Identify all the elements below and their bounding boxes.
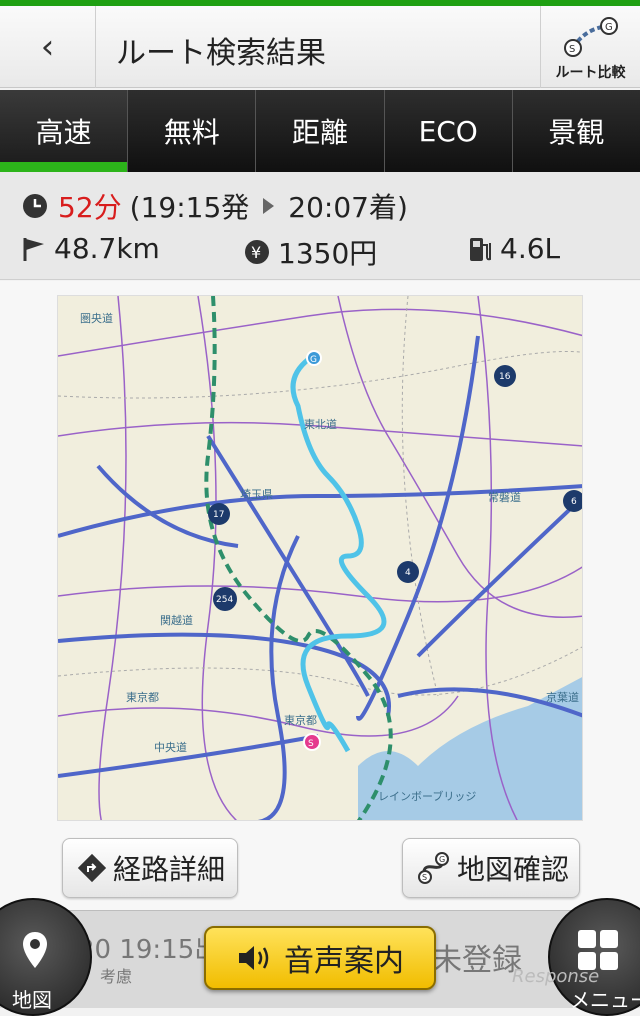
depart-time: (19:15発	[129, 191, 250, 224]
goal-marker-label: G	[310, 355, 317, 365]
fuel-stat: 4.6L	[468, 232, 560, 265]
back-button[interactable]: ‹	[0, 6, 96, 88]
route-shield: 4	[397, 561, 419, 583]
svg-text:17: 17	[213, 510, 224, 520]
map-label: 東北道	[304, 417, 337, 431]
svg-text:G: G	[605, 22, 613, 33]
map-confirm-button[interactable]: S G 地図確認	[402, 838, 580, 898]
map-label: 関越道	[160, 613, 193, 627]
arrive-time: 20:07着)	[288, 191, 408, 224]
svg-text:16: 16	[499, 372, 511, 382]
map-label: 中央道	[154, 740, 187, 754]
route-summary: 52分 (19:15発 20:07着) 48.7km ¥ 1350円 4.6L	[0, 172, 640, 280]
map-label: 京葉道	[546, 690, 579, 704]
menu-button-label: メニュー	[570, 988, 640, 1012]
toll-value: 1350円	[278, 237, 378, 270]
svg-text:6: 6	[571, 497, 577, 507]
toll-stat: ¥ 1350円	[244, 232, 377, 272]
route-shield: 16	[494, 365, 516, 387]
distance-value: 48.7km	[54, 232, 160, 265]
start-marker-label: S	[308, 739, 314, 749]
grid-menu-icon	[578, 930, 618, 970]
route-detail-button[interactable]: 経路詳細	[62, 838, 238, 898]
tab-free[interactable]: 無料	[128, 90, 257, 172]
location-pin-icon	[23, 932, 47, 968]
fuel-pump-icon	[470, 237, 491, 261]
speaker-icon	[239, 946, 269, 970]
map-label: 圏央道	[80, 311, 113, 325]
back-chevron-icon: ‹	[40, 27, 55, 67]
route-map-graphic: G S 圏央道 東北道 埼玉県 常磐道 関越道 東京都 中央道 京葉道 レインボ…	[58, 296, 582, 820]
background-text: 考慮	[100, 967, 133, 986]
map-label: 埼玉県	[240, 487, 273, 501]
route-compare-button[interactable]: S G ルート比較	[540, 6, 640, 88]
svg-text:254: 254	[216, 595, 233, 605]
header-bar: ‹ ルート検索結果 S G ルート比較	[0, 6, 640, 88]
turn-arrow-icon	[77, 853, 107, 883]
fuel-value: 4.6L	[500, 232, 561, 265]
tab-highway[interactable]: 高速	[0, 90, 129, 172]
route-detail-label: 経路詳細	[113, 853, 226, 886]
map-label: 東京都	[284, 713, 317, 727]
svg-text:4: 4	[405, 568, 411, 578]
background-text: 未登録	[432, 943, 522, 978]
svg-text:S: S	[422, 873, 427, 882]
duration-value: 52分	[58, 191, 122, 224]
route-sg-icon: S G	[417, 851, 451, 885]
route-type-tabs: 高速 無料 距離 ECO 景観	[0, 90, 640, 172]
svg-text:¥: ¥	[251, 243, 261, 262]
voice-guidance-label: 音声案内	[284, 944, 404, 979]
map-label: 東京都	[126, 690, 159, 704]
watermark: Response	[512, 966, 600, 987]
flag-icon	[23, 237, 44, 261]
route-compare-label: ルート比較	[555, 65, 626, 81]
tab-distance[interactable]: 距離	[256, 90, 385, 172]
route-shield: 17	[208, 503, 230, 525]
voice-guidance-button[interactable]: 音声案内	[204, 926, 436, 990]
distance-stat: 48.7km	[22, 232, 160, 265]
route-compare-icon: S G	[564, 17, 618, 57]
arrow-right-icon	[263, 198, 275, 214]
clock-icon	[23, 194, 47, 218]
map-label: レインボーブリッジ	[378, 789, 476, 803]
map-label: 常磐道	[488, 490, 521, 504]
tab-eco[interactable]: ECO	[385, 90, 513, 172]
time-row: 52分 (19:15発 20:07着)	[22, 186, 408, 226]
route-shield: 254	[213, 587, 237, 611]
yen-icon: ¥	[245, 240, 269, 264]
svg-text:S: S	[569, 44, 575, 55]
map-confirm-label: 地図確認	[457, 853, 570, 886]
tab-scenic[interactable]: 景観	[513, 90, 640, 172]
route-map[interactable]: G S 圏央道 東北道 埼玉県 常磐道 関越道 東京都 中央道 京葉道 レインボ…	[57, 295, 583, 821]
map-button-label: 地図	[12, 988, 52, 1012]
page-title: ルート検索結果	[116, 36, 326, 71]
svg-text:G: G	[439, 855, 445, 864]
